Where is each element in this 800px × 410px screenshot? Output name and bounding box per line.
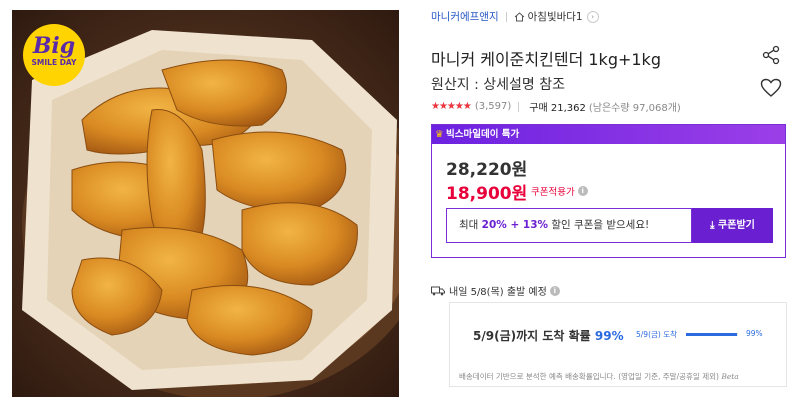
divider bbox=[505, 11, 507, 22]
estimate-note-text: 배송데이터 기반으로 분석한 예측 배송확률입니다. (영업일 기준, 주말/공… bbox=[459, 372, 722, 381]
review-count[interactable]: (3,597) bbox=[475, 101, 511, 112]
big-smile-day-badge: Big SMILE DAY bbox=[23, 24, 85, 86]
coupon-highlight: 20% + 13% bbox=[481, 219, 549, 231]
original-price: 28,220원 bbox=[446, 160, 528, 180]
crown-icon: ♛ bbox=[435, 129, 444, 140]
estimate-text: 5/9(금)까지 도착 확률 bbox=[473, 329, 595, 343]
mini-date-label: 5/9(금) 도착 bbox=[636, 330, 678, 339]
coupon-message: 최대 20% + 13% 할인 쿠폰을 받으세요! bbox=[446, 208, 692, 243]
estimate-percent: 99% bbox=[594, 329, 624, 343]
estimate-note: 배송데이터 기반으로 분석한 예측 배송확률입니다. (영업일 기준, 주말/공… bbox=[459, 371, 739, 382]
rating-row: ★★★★★ (3,597) 구매 21,362 (남은수량 97,068개) bbox=[431, 99, 681, 114]
product-image[interactable]: Big SMILE DAY bbox=[12, 10, 399, 397]
coupon-price-label: 쿠폰적용가 i bbox=[531, 184, 588, 198]
mini-percent: 99% bbox=[746, 329, 763, 338]
delivery-estimate-box: 5/9(금)까지 도착 확률 99% 5/9(금) 도착 99% 배송데이터 기… bbox=[449, 302, 787, 387]
origin-text: 원산지 : 상세설명 참조 bbox=[431, 77, 565, 93]
coupon-price-text: 쿠폰적용가 bbox=[531, 187, 575, 198]
seller-row: 마니커에프앤지 아침빛바다1 › bbox=[431, 9, 599, 24]
share-icon[interactable] bbox=[761, 45, 781, 69]
product-title: 마니커 케이준치킨텐더 1kg+1kg bbox=[431, 50, 661, 69]
truck-icon bbox=[431, 286, 445, 295]
deal-box: ♛ 빅스마일데이 특가 28,220원 18,900원 쿠폰적용가 i 최대 2… bbox=[431, 124, 786, 258]
delivery-estimate: 5/9(금)까지 도착 확률 99% bbox=[473, 327, 624, 344]
coupon-prefix: 최대 bbox=[459, 219, 482, 231]
divider bbox=[518, 101, 520, 112]
probability-bar-fill bbox=[686, 333, 738, 336]
shipping-label: 내일 5/8(목) 출발 예정 bbox=[449, 287, 547, 298]
sale-price: 18,900원 bbox=[446, 184, 528, 204]
store-name: 아침빛바다1 bbox=[527, 11, 583, 23]
deal-header: ♛ 빅스마일데이 특가 bbox=[432, 125, 785, 144]
probability-bar bbox=[686, 333, 738, 336]
info-icon[interactable]: i bbox=[549, 285, 560, 296]
deal-header-label: 빅스마일데이 특가 bbox=[446, 129, 520, 140]
seller-link[interactable]: 마니커에프앤지 bbox=[431, 9, 499, 24]
coupon-suffix: 할인 쿠폰을 받으세요! bbox=[548, 219, 650, 231]
get-coupon-button[interactable]: ⤓ 쿠폰받기 bbox=[692, 208, 773, 243]
heart-icon[interactable] bbox=[760, 78, 782, 102]
beta-label: Beta bbox=[721, 372, 739, 381]
purchase-count: 구매 21,362 bbox=[529, 103, 586, 114]
rating-stars: ★★★★★ bbox=[431, 101, 472, 112]
stock-count: (남은수량 97,068개) bbox=[588, 103, 681, 114]
info-icon[interactable]: i bbox=[577, 186, 588, 196]
chevron-right-icon: › bbox=[586, 10, 599, 23]
shipping-row: 내일 5/8(목) 출발 예정 i bbox=[431, 283, 560, 298]
home-icon bbox=[514, 11, 524, 21]
store-link[interactable]: 아침빛바다1 › bbox=[514, 9, 599, 24]
